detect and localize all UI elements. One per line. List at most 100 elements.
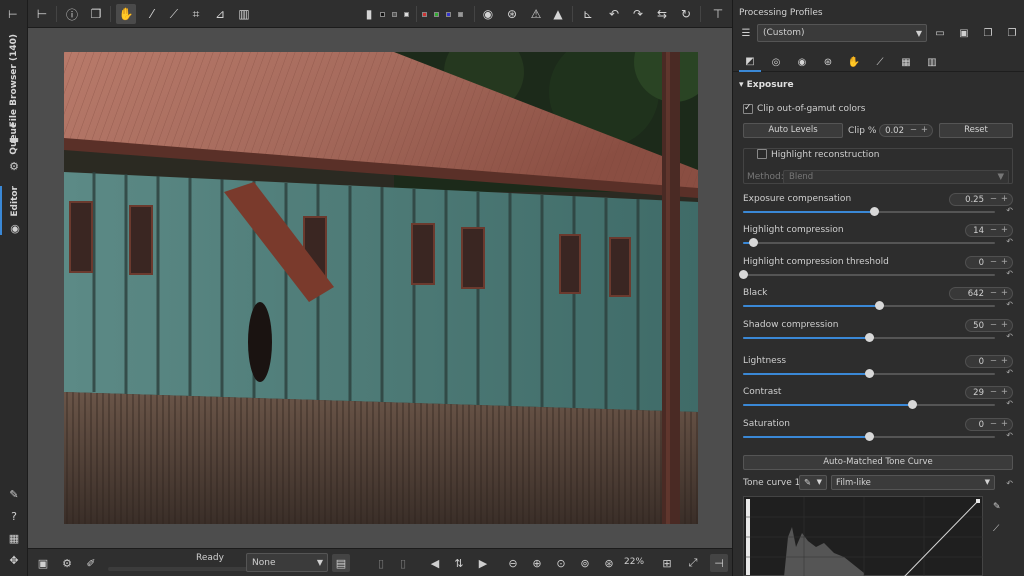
method-combo[interactable]: Blend ▼ — [783, 170, 1009, 184]
slider-knob[interactable] — [865, 333, 874, 342]
slider-spinner[interactable]: 14− + — [965, 224, 1013, 237]
minus-icon[interactable]: − — [990, 419, 997, 429]
preview-mode-button[interactable]: ▤ — [332, 554, 350, 572]
move-icon[interactable]: ✥ — [0, 554, 28, 567]
curve-mode-combo[interactable]: Film-like ▼ — [831, 475, 995, 490]
curve-pick-icon[interactable]: ⟋ — [993, 524, 1007, 538]
slider-spinner[interactable]: 642− + — [949, 287, 1013, 300]
zoom-fit-icon[interactable]: ⊙ — [552, 554, 570, 572]
paste-icon[interactable]: ▯ — [394, 554, 412, 572]
slider-spinner[interactable]: 0− + — [965, 256, 1013, 269]
slider-knob[interactable] — [907, 400, 917, 409]
info-icon[interactable]: ⓘ — [62, 4, 82, 24]
plus-icon[interactable]: + — [1001, 257, 1008, 267]
tab-transform-icon[interactable]: ✋ — [843, 52, 865, 72]
plus-icon[interactable]: + — [1001, 419, 1008, 429]
swatch-mid[interactable] — [392, 12, 397, 17]
minus-icon[interactable]: − — [990, 356, 997, 366]
zoom-crop-icon[interactable]: ⊛ — [600, 554, 618, 572]
auto-levels-button[interactable]: Auto Levels — [743, 123, 843, 138]
slider-knob[interactable] — [870, 207, 880, 216]
minus-icon[interactable]: − — [990, 194, 997, 204]
curve-reset-icon[interactable]: ↶ — [1006, 479, 1013, 488]
slider-track[interactable] — [743, 238, 995, 247]
copy-icon[interactable]: ▯ — [372, 554, 390, 572]
flip-vertical-icon[interactable]: ↻ — [676, 4, 696, 24]
minus-icon[interactable]: − — [990, 225, 997, 235]
plus-icon[interactable]: + — [1001, 387, 1008, 397]
slider-track[interactable] — [743, 369, 995, 378]
rotate-right-icon[interactable]: ↷ — [628, 4, 648, 24]
slider-reset-icon[interactable]: ↶ — [1006, 206, 1013, 215]
minus-icon[interactable]: − — [990, 257, 997, 267]
slider-reset-icon[interactable]: ↶ — [1006, 269, 1013, 278]
slider-track[interactable] — [739, 270, 995, 279]
plus-icon[interactable]: + — [1001, 356, 1008, 366]
tab-details-icon[interactable]: ◎ — [765, 52, 787, 72]
auto-matched-tone-curve-button[interactable]: Auto-Matched Tone Curve — [743, 455, 1013, 470]
tab-color-icon[interactable]: ◉ — [791, 52, 813, 72]
slider-knob[interactable] — [749, 238, 759, 247]
slider-reset-icon[interactable]: ↶ — [1006, 332, 1013, 341]
open-profile-icon[interactable]: ▭ — [931, 24, 949, 42]
plus-icon[interactable]: + — [921, 125, 928, 135]
slider-reset-icon[interactable]: ↶ — [1006, 237, 1013, 246]
minus-icon[interactable]: − — [990, 387, 997, 397]
curve-type-combo[interactable]: ✎ ▼ — [799, 475, 827, 490]
grid-icon[interactable]: ▦ — [0, 532, 28, 545]
help-icon[interactable]: ? — [0, 510, 28, 523]
slider-track[interactable] — [743, 333, 995, 342]
tab-advanced-icon[interactable]: ⊛ — [817, 52, 839, 72]
toolbar-top-icon[interactable]: ⊢ — [8, 8, 20, 21]
shadow-clip-warning-icon[interactable]: ▲ — [548, 4, 568, 24]
slider-reset-icon[interactable]: ↶ — [1006, 399, 1013, 408]
preview-mode-icon[interactable]: ▮ — [364, 4, 374, 24]
swatch-dark[interactable] — [380, 12, 385, 17]
prev-image-icon[interactable]: ◀ — [426, 554, 444, 572]
save-icon[interactable]: ▣ — [34, 554, 52, 572]
paste-profile-icon[interactable]: ❐ — [1003, 24, 1021, 42]
sync-icon[interactable]: ⇅ — [450, 554, 468, 572]
slider-knob[interactable] — [865, 432, 874, 441]
plus-icon[interactable]: + — [1001, 288, 1008, 298]
zoom-100-icon[interactable]: ⊚ — [576, 554, 594, 572]
highlight-recon-checkbox[interactable] — [757, 149, 767, 159]
flip-horizontal-icon[interactable]: ⇆ — [652, 4, 672, 24]
slider-track[interactable] — [743, 400, 995, 409]
next-image-icon[interactable]: ▶ — [474, 554, 492, 572]
channel-blue[interactable] — [446, 12, 451, 17]
toggle-right-panel-icon[interactable]: ⊤ — [708, 4, 728, 24]
minus-icon[interactable]: − — [990, 288, 997, 298]
crop-icon[interactable]: ⌗ — [186, 4, 206, 24]
photo-preview[interactable] — [64, 52, 698, 524]
slider-spinner[interactable]: 0− + — [965, 355, 1013, 368]
slider-knob[interactable] — [739, 270, 748, 279]
slider-reset-icon[interactable]: ↶ — [1006, 368, 1013, 377]
tone-curve-editor[interactable] — [743, 496, 984, 576]
straighten-icon[interactable]: ⊿ — [210, 4, 230, 24]
perspective-icon[interactable]: ▥ — [234, 4, 254, 24]
plus-icon[interactable]: + — [1001, 320, 1008, 330]
white-balance-picker-icon[interactable]: ⟋ — [164, 4, 184, 24]
new-detail-window-icon[interactable]: ⊞ — [658, 554, 676, 572]
slider-track[interactable] — [743, 432, 995, 441]
exposure-section-header[interactable]: ▾ Exposure — [739, 80, 794, 90]
copy-profile-icon[interactable]: ❐ — [979, 24, 997, 42]
tab-exposure-icon[interactable]: ◩ — [739, 52, 761, 72]
zoom-out-icon[interactable]: ⊖ — [504, 554, 522, 572]
tab-editor[interactable]: Editor ◉ — [0, 186, 28, 235]
minus-icon[interactable]: − — [990, 320, 997, 330]
slider-spinner[interactable]: 0− + — [965, 418, 1013, 431]
filter-combo[interactable]: None ▼ — [246, 553, 328, 572]
image-viewer[interactable] — [28, 28, 732, 548]
hand-tool-icon[interactable]: ✋ — [116, 4, 136, 24]
plus-icon[interactable]: + — [1001, 225, 1008, 235]
plus-icon[interactable]: + — [1001, 194, 1008, 204]
curve-point-icon[interactable]: ✎ — [993, 502, 1007, 516]
slider-reset-icon[interactable]: ↶ — [1006, 431, 1013, 440]
toggle-panel-icon[interactable]: ⊢ — [32, 4, 52, 24]
fullscreen-icon[interactable]: ⤢ — [684, 554, 702, 572]
color-picker-icon[interactable]: ✎ — [0, 488, 28, 501]
slider-reset-icon[interactable]: ↶ — [1006, 300, 1013, 309]
channel-luminance[interactable] — [458, 12, 463, 17]
